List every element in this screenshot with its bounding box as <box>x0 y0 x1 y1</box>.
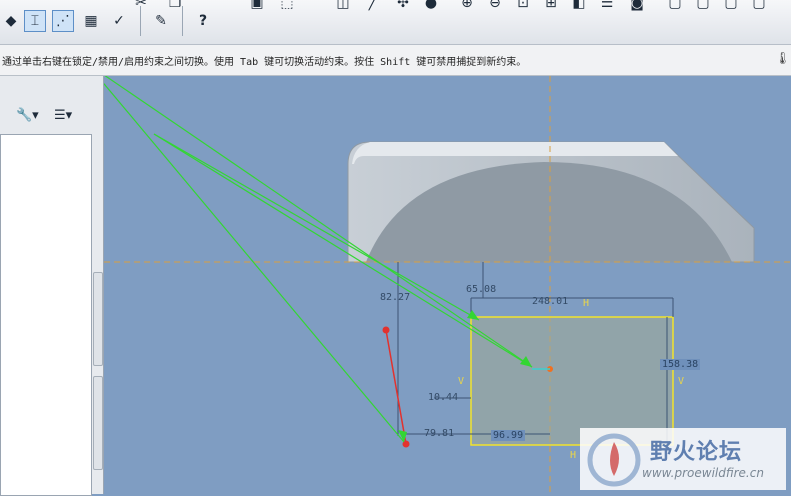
watermark-title: 野火论坛 <box>650 440 743 465</box>
box-icon[interactable]: ▢ <box>692 0 714 14</box>
model-tree[interactable] <box>0 134 92 496</box>
horizontal-constraint-label: H <box>583 298 590 309</box>
panel-toolbar: 🔧▾ ☰▾ <box>0 102 103 130</box>
sketch-endpoint <box>382 326 390 334</box>
site-watermark: 野火论坛 www.proewildfire.cn <box>580 428 786 490</box>
panel-splitter-handle[interactable] <box>93 272 103 366</box>
spin-icon[interactable]: ✣ <box>392 0 414 14</box>
constraint-toggle-button[interactable]: ⌶ <box>24 10 46 32</box>
vertical-constraint-label: V <box>458 376 465 387</box>
dimension-value[interactable]: 65.08 <box>466 284 496 295</box>
main-toolbar: ◆ ⌶ ⋰ ▦ ✓ ✎ ? ✂ ❐ ▣ ⬚ ◫ ╱ ✣ ● ⊕ ⊖ ⊡ ⊞ ◧ … <box>0 0 791 45</box>
sketch-line-red <box>385 329 407 445</box>
dimension-value[interactable]: 158.38 <box>660 359 701 370</box>
dimension-value[interactable]: 79.81 <box>424 428 454 439</box>
sketch-icon[interactable]: ◫ <box>332 0 354 14</box>
status-message: 通过单击右键在锁定/禁用/启用约束之间切换。使用 Tab 键可切换活动约束。按住… <box>2 57 527 68</box>
message-bar: 通过单击右键在锁定/禁用/启用约束之间切换。使用 Tab 键可切换活动约束。按住… <box>0 45 791 76</box>
cut-icon[interactable]: ✂ <box>130 0 152 14</box>
box-icon[interactable]: ▢ <box>748 0 770 14</box>
save-icon[interactable]: ▣ <box>246 0 268 14</box>
horizontal-constraint-label: H <box>570 450 577 461</box>
zoom-in-icon[interactable]: ⊕ <box>456 0 478 14</box>
line-icon[interactable]: ╱ <box>362 0 384 14</box>
verify-button[interactable]: ✓ <box>108 10 130 32</box>
solid-part <box>347 141 755 263</box>
help-button[interactable]: ? <box>192 10 214 32</box>
panel-splitter-handle[interactable] <box>93 376 103 470</box>
watermark-url: www.proewildfire.cn <box>642 466 764 480</box>
model-tree-panel: 🔧▾ ☰▾ <box>0 76 104 496</box>
arrow-head <box>467 310 479 320</box>
flame-logo-icon <box>587 433 641 487</box>
box-icon[interactable]: ▢ <box>720 0 742 14</box>
layer-icon[interactable]: ☰ <box>596 0 618 14</box>
dimension-value[interactable]: 82.27 <box>380 292 410 303</box>
box-icon[interactable]: ▢ <box>664 0 686 14</box>
dimension-value[interactable]: 96.99 <box>491 430 526 441</box>
sphere-icon[interactable]: ● <box>420 0 442 14</box>
vertical-constraint-label: V <box>678 376 685 387</box>
dimension-value[interactable]: 10.44 <box>428 392 458 403</box>
datum-icon[interactable]: ⊞ <box>540 0 562 14</box>
plane-icon[interactable]: ◧ <box>568 0 590 14</box>
refit-icon[interactable]: ⊡ <box>512 0 534 14</box>
thermometer-icon: 🌡 <box>775 51 791 65</box>
grid-toggle-button[interactable]: ▦ <box>80 10 102 32</box>
view-icon[interactable]: ⬚ <box>276 0 298 14</box>
dimension-value[interactable]: 248.01 <box>532 296 568 307</box>
sketch-rectangle <box>470 316 674 446</box>
tree-filter-icon[interactable]: ☰▾ <box>54 108 72 124</box>
snap-toggle-button[interactable]: ⋰ <box>52 10 74 32</box>
copy-icon[interactable]: ❐ <box>164 0 186 14</box>
zoom-out-icon[interactable]: ⊖ <box>484 0 506 14</box>
settings-icon[interactable]: 🔧▾ <box>16 108 39 124</box>
camera-icon[interactable]: ◙ <box>626 0 648 14</box>
sketch-mode-icon[interactable]: ◆ <box>0 10 22 32</box>
